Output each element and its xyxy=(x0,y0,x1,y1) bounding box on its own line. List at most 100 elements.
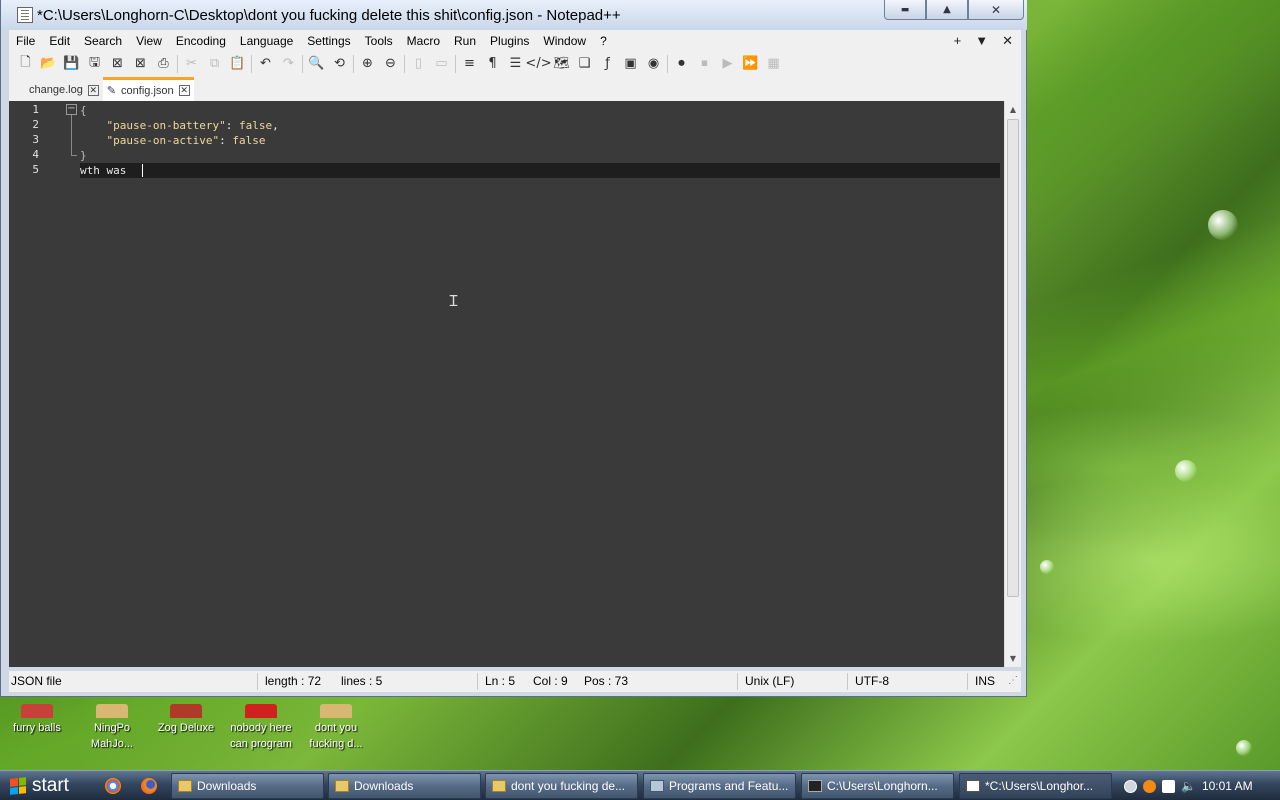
clock[interactable]: 10:01 AM xyxy=(1202,779,1253,793)
tab-change-log[interactable]: change.log ✕ xyxy=(25,79,103,101)
menu-language[interactable]: Language xyxy=(233,34,300,48)
folder-workspace-icon[interactable]: ▣ xyxy=(619,53,642,75)
show-all-characters-icon[interactable]: ¶ xyxy=(481,53,504,75)
undo-icon[interactable]: ↶ xyxy=(254,53,277,75)
redo-icon[interactable]: ↷ xyxy=(277,53,300,75)
new-file-icon[interactable]: 🗋 xyxy=(14,53,37,75)
taskbar-item-command-prompt[interactable]: C:\Users\Longhorn... xyxy=(801,773,954,799)
monitoring-icon[interactable]: ◉ xyxy=(642,53,665,75)
playback-macro-icon[interactable]: ▶ xyxy=(716,53,739,75)
chrome-icon[interactable] xyxy=(105,778,121,794)
xml-tag-icon[interactable]: </> xyxy=(525,53,551,75)
tab-list-dropdown-icon[interactable]: ▼ xyxy=(975,33,988,49)
document-list-icon[interactable]: ❏ xyxy=(573,53,596,75)
maximize-button[interactable]: ▲ xyxy=(926,0,968,20)
text-caret xyxy=(142,164,143,177)
volume-icon[interactable]: 🔈 xyxy=(1181,779,1196,793)
menu-window[interactable]: Window xyxy=(536,34,593,48)
task-label: Downloads xyxy=(197,779,257,793)
scroll-down-arrow-icon[interactable]: ▼ xyxy=(1005,650,1021,667)
scroll-up-arrow-icon[interactable]: ▲ xyxy=(1005,101,1021,118)
menu-settings[interactable]: Settings xyxy=(300,34,357,48)
status-col: Col : 9 xyxy=(533,674,568,688)
folder-icon xyxy=(320,704,352,718)
windows-logo-icon xyxy=(10,777,26,795)
taskbar-item-downloads-2[interactable]: Downloads xyxy=(328,773,481,799)
menu-view[interactable]: View xyxy=(129,34,169,48)
copy-icon[interactable]: ⧉ xyxy=(203,53,226,75)
tab-close-icon[interactable]: ✕ xyxy=(178,85,190,96)
zoom-out-icon[interactable]: ⊖ xyxy=(379,53,402,75)
status-length: length : 72 xyxy=(265,674,322,688)
resize-grip-icon[interactable]: ⋰ xyxy=(1008,675,1018,686)
menu-edit[interactable]: Edit xyxy=(42,34,77,48)
tray-app-icon[interactable] xyxy=(1124,779,1137,793)
function-list-icon[interactable]: ƒ xyxy=(596,53,619,75)
task-label: Programs and Featu... xyxy=(669,779,789,793)
toolbar: 🗋 📂 💾 🖫 ⊠ ⊠ ⎙ ✂ ⧉ 📋 ↶ ↷ 🔍 ⟲ ⊕ ⊖ ▯ ▭ ≡ ¶ … xyxy=(9,51,1021,76)
record-macro-icon[interactable]: ⏺ xyxy=(670,53,693,75)
tray-orange-icon[interactable] xyxy=(1143,779,1156,793)
desktop-icon-dont-you-folder[interactable]: dont you fucking d... xyxy=(299,704,373,752)
paste-icon[interactable]: 📋 xyxy=(226,53,249,75)
sync-vertical-icon[interactable]: ▯ xyxy=(407,53,430,75)
save-icon[interactable]: 💾 xyxy=(60,53,83,75)
menu-macro[interactable]: Macro xyxy=(400,34,447,48)
indent-guide-icon[interactable]: ☰ xyxy=(504,53,527,75)
close-button[interactable]: ✕ xyxy=(968,0,1024,20)
close-file-icon[interactable]: ⊠ xyxy=(106,53,129,75)
title-bar[interactable]: *C:\Users\Longhorn-C\Desktop\dont you fu… xyxy=(1,0,1027,30)
menu-run[interactable]: Run xyxy=(447,34,483,48)
stop-recording-icon[interactable]: ⏹ xyxy=(693,53,716,75)
open-file-icon[interactable]: 📂 xyxy=(37,53,60,75)
cut-icon[interactable]: ✂ xyxy=(180,53,203,75)
scrollbar-thumb[interactable] xyxy=(1007,119,1019,597)
taskbar-item-notepadpp[interactable]: *C:\Users\Longhor... xyxy=(959,773,1112,799)
save-macro-icon[interactable]: ▦ xyxy=(762,53,785,75)
fold-line xyxy=(71,115,72,155)
fold-collapse-icon[interactable]: − xyxy=(66,104,77,115)
run-macro-multiple-icon[interactable]: ⏩ xyxy=(739,53,762,75)
close-all-icon[interactable]: ⊠ xyxy=(129,53,152,75)
start-button[interactable]: start xyxy=(0,772,94,800)
menu-tools[interactable]: Tools xyxy=(358,34,400,48)
desktop-icon-furry-balls[interactable]: furry balls xyxy=(0,704,74,736)
find-icon[interactable]: 🔍 xyxy=(305,53,328,75)
tab-close-icon[interactable]: ✕ xyxy=(87,84,99,96)
vertical-scrollbar[interactable]: ▲ ▼ xyxy=(1004,101,1021,667)
network-icon[interactable] xyxy=(1162,779,1175,793)
firefox-icon[interactable] xyxy=(141,778,157,794)
notepad-icon xyxy=(17,7,33,23)
desktop-icon-ningpo-mahjong[interactable]: NingPo MahJo... xyxy=(75,704,149,752)
status-encoding[interactable]: UTF-8 xyxy=(855,674,889,688)
editor-area[interactable]: 1 2 3 4 5 − { "pause-on-battery": false,… xyxy=(9,101,1021,667)
taskbar-item-dont-you-folder[interactable]: dont you fucking de... xyxy=(485,773,638,799)
tab-config-json[interactable]: ✎ config.json ✕ xyxy=(102,77,194,101)
menu-file[interactable]: File xyxy=(9,34,42,48)
replace-icon[interactable]: ⟲ xyxy=(328,53,351,75)
status-insert-mode[interactable]: INS xyxy=(975,674,995,688)
print-icon[interactable]: ⎙ xyxy=(152,53,175,75)
new-tab-plus-icon[interactable]: + xyxy=(954,33,962,49)
taskbar-item-downloads-1[interactable]: Downloads xyxy=(171,773,324,799)
menu-encoding[interactable]: Encoding xyxy=(169,34,233,48)
code-line-3: "pause-on-active": false xyxy=(80,133,266,148)
document-map-icon[interactable]: 🗺 xyxy=(550,53,573,75)
sync-horizontal-icon[interactable]: ▭ xyxy=(430,53,453,75)
code-line-5: wth was xyxy=(80,163,133,178)
modified-pencil-icon: ✎ xyxy=(106,85,117,97)
notepadpp-window: *C:\Users\Longhorn-C\Desktop\dont you fu… xyxy=(0,0,1027,697)
word-wrap-icon[interactable]: ≡ xyxy=(458,53,481,75)
menu-plugins[interactable]: Plugins xyxy=(483,34,536,48)
taskbar-item-programs-and-features[interactable]: Programs and Featu... xyxy=(643,773,796,799)
folder-icon xyxy=(492,780,506,792)
menu-search[interactable]: Search xyxy=(77,34,129,48)
menu-help[interactable]: ? xyxy=(593,34,614,48)
zoom-in-icon[interactable]: ⊕ xyxy=(356,53,379,75)
desktop-icon-nobody-here[interactable]: nobody here can program xyxy=(224,704,298,752)
minimize-button[interactable]: ▬ xyxy=(884,0,926,20)
desktop-icon-zog-deluxe[interactable]: Zog Deluxe xyxy=(149,704,223,736)
close-document-icon[interactable]: ✕ xyxy=(1002,33,1013,49)
status-eol[interactable]: Unix (LF) xyxy=(745,674,794,688)
save-all-icon[interactable]: 🖫 xyxy=(83,53,106,75)
